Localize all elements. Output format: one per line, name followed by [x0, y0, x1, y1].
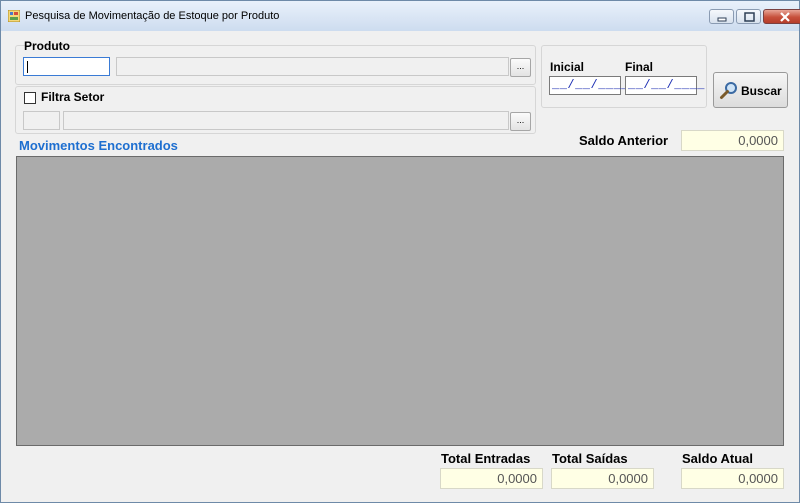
- filtra-setor-label: Filtra Setor: [41, 90, 105, 104]
- window-title: Pesquisa de Movimentação de Estoque por …: [25, 10, 280, 22]
- total-entradas-label: Total Entradas: [441, 451, 531, 466]
- produto-label: Produto: [24, 39, 70, 53]
- close-icon: [780, 12, 790, 22]
- movimentos-title: Movimentos Encontrados: [19, 138, 178, 153]
- final-label: Final: [625, 60, 654, 74]
- produto-lookup-button[interactable]: ...: [510, 58, 531, 77]
- produto-description-input[interactable]: [116, 57, 509, 76]
- app-icon: [8, 10, 20, 22]
- saldo-anterior-field[interactable]: 0,0000: [681, 130, 784, 151]
- total-saidas-field[interactable]: 0,0000: [551, 468, 654, 489]
- inicial-label: Inicial: [550, 60, 585, 74]
- title-bar[interactable]: Pesquisa de Movimentação de Estoque por …: [1, 1, 800, 31]
- buscar-button[interactable]: Buscar: [713, 72, 788, 108]
- window: Pesquisa de Movimentação de Estoque por …: [0, 0, 800, 503]
- produto-code-input[interactable]: [23, 57, 110, 76]
- movimentos-grid[interactable]: [16, 156, 784, 446]
- magnifier-icon: [720, 82, 737, 99]
- saldo-atual-field[interactable]: 0,0000: [681, 468, 784, 489]
- close-button[interactable]: [763, 9, 800, 24]
- minimize-icon: [717, 17, 727, 22]
- setor-lookup-button[interactable]: ...: [510, 112, 531, 131]
- maximize-button[interactable]: [736, 9, 761, 24]
- data-inicial-input[interactable]: __/__/____: [549, 76, 629, 95]
- text-cursor: [27, 61, 28, 73]
- setor-description-input[interactable]: [63, 111, 509, 130]
- data-final-input[interactable]: __/__/____: [625, 76, 705, 95]
- buscar-label: Buscar: [741, 84, 782, 98]
- saldo-anterior-label: Saldo Anterior: [579, 133, 669, 148]
- maximize-icon: [744, 12, 755, 22]
- saldo-atual-label: Saldo Atual: [682, 451, 754, 466]
- filtra-setor-checkbox[interactable]: [24, 92, 36, 104]
- minimize-button[interactable]: [709, 9, 734, 24]
- total-saidas-label: Total Saídas: [552, 451, 628, 466]
- total-entradas-field[interactable]: 0,0000: [440, 468, 543, 489]
- form-client-area: Produto ... Filtra Setor ... Inicial __/…: [9, 31, 791, 495]
- setor-code-input[interactable]: [23, 111, 60, 130]
